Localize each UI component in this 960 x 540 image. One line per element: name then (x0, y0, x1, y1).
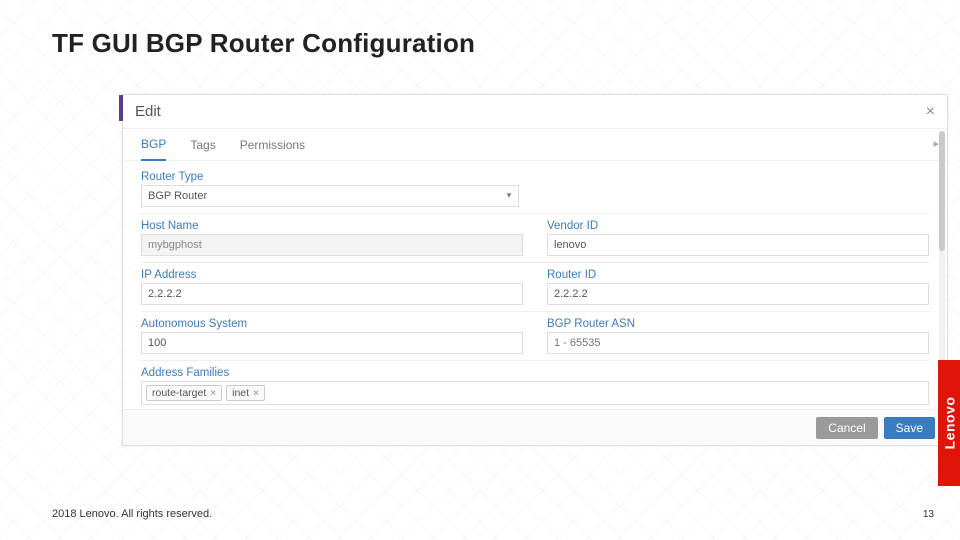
divider (141, 360, 929, 361)
bgp-asn-input[interactable] (547, 332, 929, 354)
tab-tags[interactable]: Tags (190, 138, 215, 160)
cancel-button[interactable]: Cancel (816, 417, 877, 439)
remove-icon[interactable]: × (253, 388, 259, 399)
label-host-name: Host Name (141, 220, 523, 232)
brand-bar: Lenovo (938, 360, 960, 486)
ip-address-input[interactable] (141, 283, 523, 305)
modal-edit: Edit × BGP Tags Permissions ▸ Router Typ… (122, 94, 948, 446)
tag-route-target[interactable]: route-target × (146, 385, 222, 401)
modal-footer: Cancel Save (123, 409, 947, 445)
select-router-type[interactable]: ▾ (141, 185, 519, 207)
tag-label: inet (232, 387, 249, 399)
label-router-id: Router ID (547, 269, 929, 281)
brand-label: Lenovo (941, 397, 957, 450)
asn-input[interactable] (141, 332, 523, 354)
slide-title: TF GUI BGP Router Configuration (52, 28, 475, 59)
save-button[interactable]: Save (884, 417, 935, 439)
remove-icon[interactable]: × (210, 388, 216, 399)
form-body: Router Type ▾ Host Name Vendor ID (123, 161, 947, 409)
modal-title: Edit (135, 103, 161, 120)
page-number: 13 (923, 509, 934, 520)
tab-bar: BGP Tags Permissions (123, 129, 947, 161)
label-ip-address: IP Address (141, 269, 523, 281)
decorative-edge (119, 95, 123, 121)
divider (141, 262, 929, 263)
tab-permissions[interactable]: Permissions (240, 138, 305, 160)
divider (141, 213, 929, 214)
tab-bgp[interactable]: BGP (141, 137, 166, 161)
copyright: 2018 Lenovo. All rights reserved. (52, 508, 212, 520)
address-families-input[interactable]: route-target × inet × (141, 381, 929, 405)
divider (141, 311, 929, 312)
label-asn: Autonomous System (141, 318, 523, 330)
router-id-input[interactable] (547, 283, 929, 305)
close-icon[interactable]: × (926, 103, 935, 121)
label-address-families: Address Families (141, 367, 929, 379)
modal-header: Edit × (123, 95, 947, 129)
label-vendor-id: Vendor ID (547, 220, 929, 232)
router-type-value[interactable] (141, 185, 519, 207)
tag-inet[interactable]: inet × (226, 385, 265, 401)
vendor-id-input[interactable] (547, 234, 929, 256)
host-name-input (141, 234, 523, 256)
label-bgp-asn: BGP Router ASN (547, 318, 929, 330)
scrollbar[interactable] (939, 131, 945, 391)
tag-label: route-target (152, 387, 206, 399)
label-router-type: Router Type (141, 171, 519, 183)
scrollbar-thumb[interactable] (939, 131, 945, 251)
